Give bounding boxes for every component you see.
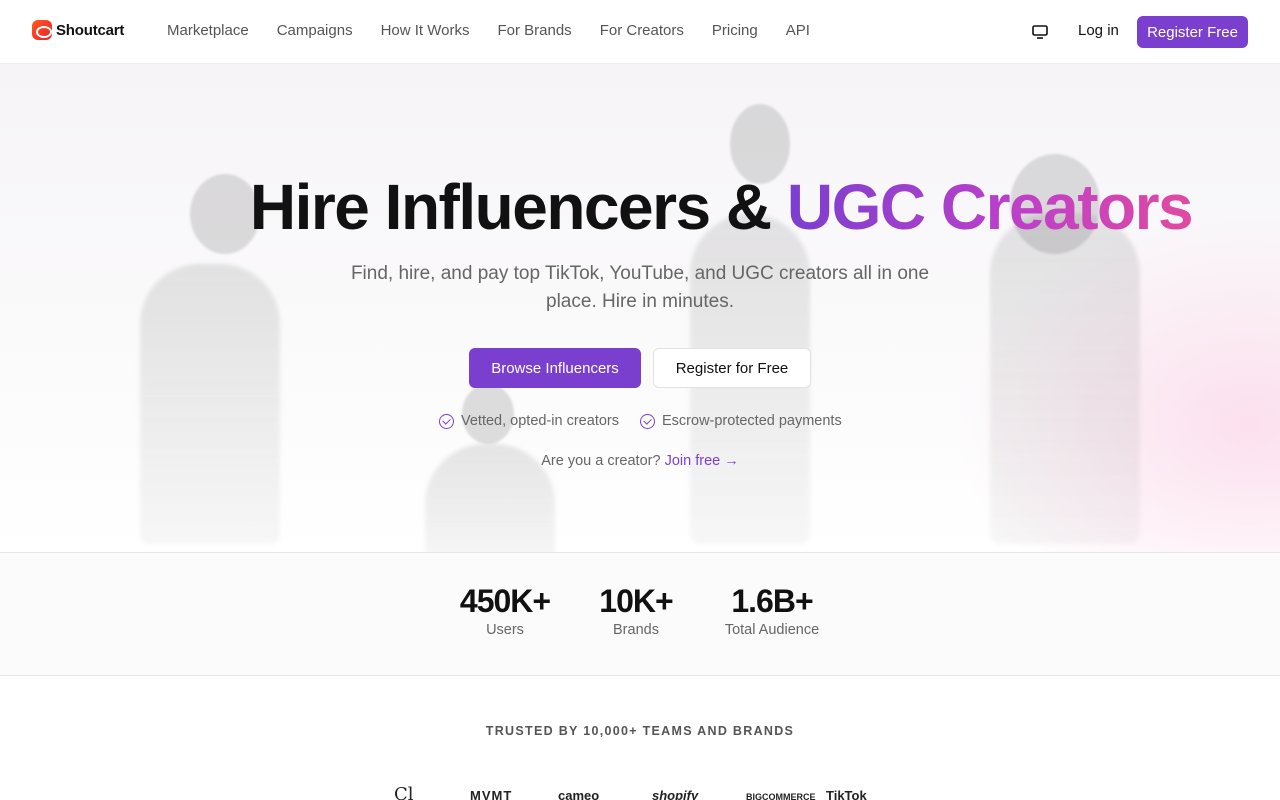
logo-text: Shoutcart xyxy=(56,21,125,39)
main-nav: Marketplace Campaigns How It Works For B… xyxy=(167,22,810,39)
stat-value: 450K+ xyxy=(459,583,551,619)
hero-title-accent: UGC Creators xyxy=(786,171,1194,243)
hero-section: Hire Influencers & UGC Creators Find, hi… xyxy=(0,64,1280,552)
check-circle-icon xyxy=(640,413,655,429)
check-escrow: Escrow-protected payments xyxy=(640,413,842,429)
browse-influencers-button[interactable]: Browse Influencers xyxy=(469,348,641,388)
stat-label: Users xyxy=(486,622,524,638)
nav-for-brands[interactable]: For Brands xyxy=(497,22,571,39)
join-free-link[interactable]: Join free → xyxy=(665,453,739,469)
top-header: Shoutcart Marketplace Campaigns How It W… xyxy=(0,0,1280,64)
check-circle-icon xyxy=(439,413,454,429)
hero-subtitle: Find, hire, and pay top TikTok, YouTube,… xyxy=(350,263,930,312)
nav-campaigns[interactable]: Campaigns xyxy=(277,22,353,39)
brand-logo: cameo xyxy=(558,788,600,800)
register-free-button[interactable]: Register Free xyxy=(1137,16,1248,48)
nav-how-it-works[interactable]: How It Works xyxy=(381,22,470,39)
nav-marketplace[interactable]: Marketplace xyxy=(167,22,249,39)
trusted-heading: TRUSTED BY 10,000+ TEAMS AND BRANDS xyxy=(485,724,795,738)
hero-title: Hire Influencers & UGC Creators xyxy=(0,170,1280,244)
login-link[interactable]: Log in xyxy=(1078,22,1119,39)
stat-audience: 1.6B+ Total Audience xyxy=(716,583,828,638)
nav-for-creators[interactable]: For Creators xyxy=(600,22,684,39)
check-vetted: Vetted, opted-in creators xyxy=(439,413,619,429)
person-image-left xyxy=(140,264,280,544)
stats-section: 450K+ Users 10K+ Brands 1.6B+ Total Audi… xyxy=(0,552,1280,676)
creator-prompt-text: Are you a creator? xyxy=(541,453,661,469)
person-image-right xyxy=(990,214,1140,544)
brand-logo: MVMT xyxy=(470,788,513,800)
nav-api[interactable]: API xyxy=(786,22,810,39)
brand-logos-row: Cl MVMT cameo shopify BIGCOMMERCE TikTok xyxy=(380,784,900,800)
stat-value: 10K+ xyxy=(599,583,673,619)
stat-value: 1.6B+ xyxy=(731,583,813,619)
nav-pricing[interactable]: Pricing xyxy=(712,22,758,39)
shoutcart-logo[interactable]: Shoutcart xyxy=(32,20,124,40)
hero-title-main: Hire Influencers & xyxy=(249,171,787,243)
check-vetted-label: Vetted, opted-in creators xyxy=(461,413,619,429)
brand-logo: Cl xyxy=(394,784,414,800)
brand-logo: BIGCOMMERCE xyxy=(746,792,816,800)
brand-logo: TikTok xyxy=(826,788,867,800)
brand-logo: shopify xyxy=(652,788,699,800)
monitor-icon[interactable] xyxy=(1031,23,1049,41)
logo-icon xyxy=(32,20,52,40)
creator-prompt: Are you a creator? Join free → xyxy=(0,453,1280,469)
stat-label: Brands xyxy=(613,622,659,638)
stat-label: Total Audience xyxy=(724,622,820,638)
stat-users: 450K+ Users xyxy=(452,583,558,638)
register-for-free-button[interactable]: Register for Free xyxy=(653,348,811,388)
check-escrow-label: Escrow-protected payments xyxy=(662,413,842,429)
stat-brands: 10K+ Brands xyxy=(592,583,680,638)
